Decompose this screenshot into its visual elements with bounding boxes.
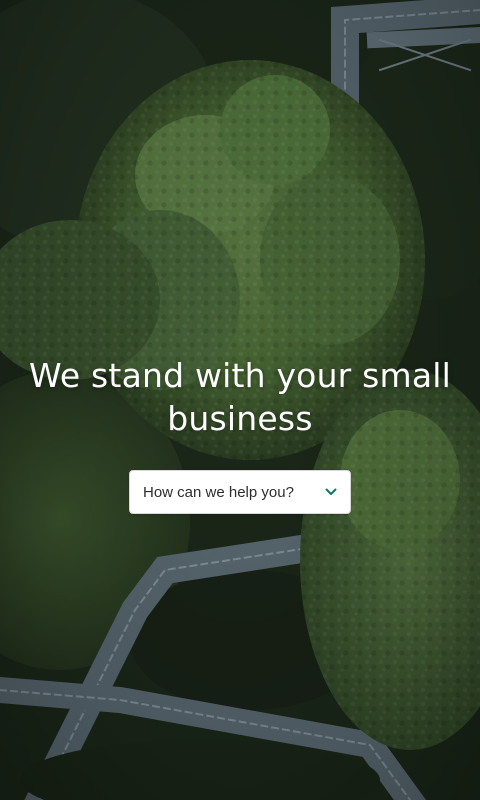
hero-section: We stand with your small business How ca… [0, 0, 480, 800]
hero-headline: We stand with your small business [28, 356, 452, 438]
hero-content: We stand with your small business How ca… [0, 354, 480, 514]
chevron-down-icon [324, 485, 338, 499]
help-dropdown-label: How can we help you? [143, 483, 294, 501]
help-dropdown[interactable]: How can we help you? [129, 470, 351, 514]
